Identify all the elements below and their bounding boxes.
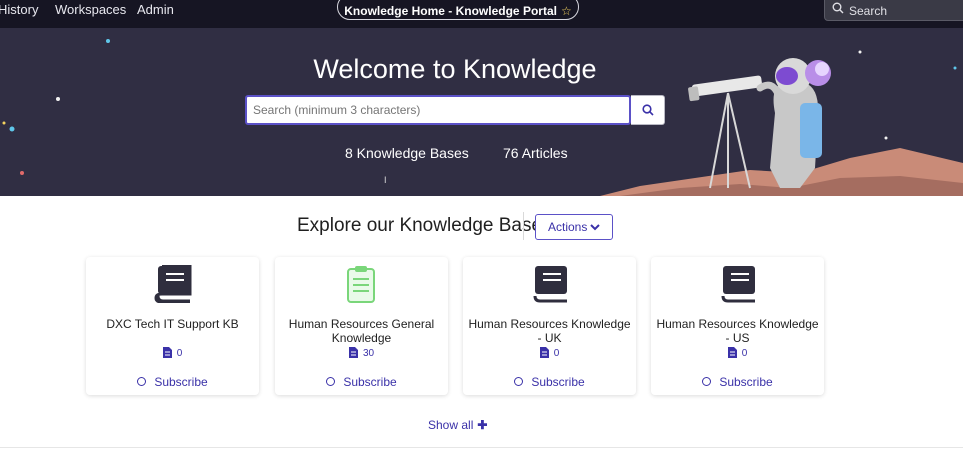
book-icon	[154, 265, 192, 303]
document-icon	[162, 347, 172, 358]
document-icon	[727, 347, 737, 358]
actions-dropdown-button[interactable]: Actions	[535, 214, 613, 240]
book-icon	[721, 266, 755, 303]
card-title[interactable]: DXC Tech IT Support KB	[90, 317, 255, 331]
top-nav: History Workspaces Admin Knowledge Home …	[0, 0, 963, 28]
nav-admin-link[interactable]: Admin	[137, 2, 174, 18]
card-title[interactable]: Human Resources General Knowledge	[279, 317, 444, 345]
subscribe-button[interactable]: Subscribe	[275, 375, 448, 389]
articles-count: 76 Articles	[503, 145, 568, 161]
chevron-down-icon	[590, 224, 600, 231]
article-count-value: 30	[362, 348, 375, 359]
bottom-divider	[0, 447, 963, 448]
book-icon	[533, 266, 567, 303]
document-icon	[348, 347, 358, 358]
subscribe-button[interactable]: Subscribe	[86, 375, 259, 389]
knowledge-base-card[interactable]: Human Resources Knowledge - US 0 Subscri…	[651, 257, 824, 395]
subscribe-label: Subscribe	[154, 375, 208, 389]
knowledge-base-card[interactable]: DXC Tech IT Support KB 0 Subscribe	[86, 257, 259, 395]
astronaut-telescope-illustration	[600, 58, 963, 196]
article-count: 30	[275, 347, 448, 359]
global-search-label: Search	[849, 4, 888, 18]
card-title[interactable]: Human Resources Knowledge - US	[655, 317, 820, 345]
subscribe-button[interactable]: Subscribe	[463, 375, 636, 389]
article-count-value: 0	[741, 348, 748, 359]
article-count-value: 0	[176, 348, 183, 359]
search-icon	[832, 2, 844, 14]
nav-history-link[interactable]: History	[0, 2, 38, 18]
svg-text:I: I	[384, 175, 387, 185]
subscribe-button[interactable]: Subscribe	[651, 375, 824, 389]
actions-label: Actions	[548, 220, 588, 234]
subscribe-label: Subscribe	[719, 375, 773, 389]
knowledge-base-card[interactable]: Human Resources Knowledge - UK 0 Subscri…	[463, 257, 636, 395]
subscribe-icon	[702, 377, 712, 386]
explore-divider	[523, 212, 524, 240]
knowledge-base-card[interactable]: Human Resources General Knowledge 30 Sub…	[275, 257, 448, 395]
subscribe-label: Subscribe	[531, 375, 585, 389]
page-title-pill[interactable]: Knowledge Home - Knowledge Portal ☆	[337, 0, 579, 20]
article-count: 0	[463, 347, 636, 359]
subscribe-label: Subscribe	[343, 375, 397, 389]
explore-title: Explore our Knowledge Bases	[297, 215, 552, 236]
document-icon	[539, 347, 549, 358]
article-count-value: 0	[553, 348, 560, 359]
plus-icon: ✚	[477, 418, 488, 432]
show-all-label: Show all	[428, 418, 474, 432]
page-title: Knowledge Home - Knowledge Portal	[344, 4, 557, 18]
show-all-link[interactable]: Show all ✚	[428, 418, 487, 432]
hero-banner: I Welcome to Knowledge 8 Knowledge Bases…	[0, 28, 963, 196]
card-title[interactable]: Human Resources Knowledge - UK	[467, 317, 632, 345]
global-search[interactable]: Search	[824, 0, 963, 21]
knowledge-bases-count: 8 Knowledge Bases	[345, 145, 469, 161]
knowledge-search-input[interactable]	[245, 95, 631, 125]
subscribe-icon	[326, 377, 336, 386]
article-count: 0	[651, 347, 824, 359]
favorite-star-icon[interactable]: ☆	[561, 4, 572, 18]
subscribe-icon	[514, 377, 524, 386]
subscribe-icon	[137, 377, 147, 386]
clipboard-icon	[347, 266, 375, 303]
nav-workspaces-link[interactable]: Workspaces	[55, 2, 126, 18]
article-count: 0	[86, 347, 259, 359]
